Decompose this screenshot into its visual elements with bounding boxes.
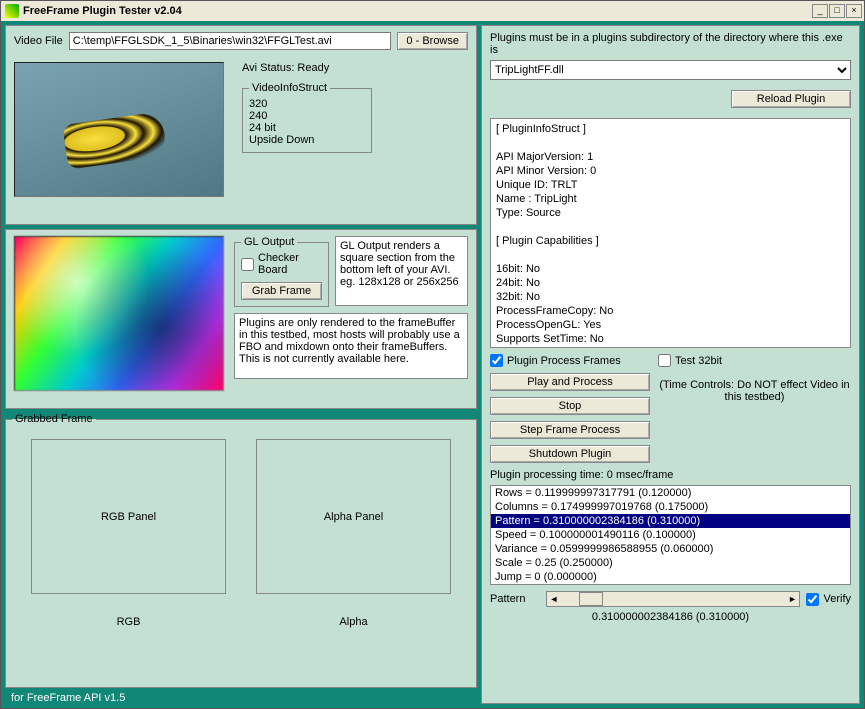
verify-checkbox[interactable]: Verify <box>806 593 851 606</box>
gl-note: Plugins are only rendered to the frameBu… <box>234 313 468 379</box>
app-window: FreeFrame Plugin Tester v2.04 _ □ × Vide… <box>0 0 865 709</box>
gl-output-legend: GL Output <box>241 236 297 248</box>
checker-board-label: Checker Board <box>258 252 322 276</box>
plugin-select[interactable]: TripLightFF.dll <box>490 60 851 80</box>
gl-hint: GL Output renders a square section from … <box>335 236 468 306</box>
video-file-label: Video File <box>14 35 63 47</box>
param-item[interactable]: Jump = 0 (0.000000) <box>491 570 850 584</box>
grab-frame-button[interactable]: Grab Frame <box>241 282 322 300</box>
gl-output-thumbnail <box>14 236 224 391</box>
play-process-button[interactable]: Play and Process <box>490 373 650 391</box>
param-item[interactable]: Pattern = 0.310000002384186 (0.310000) <box>491 514 850 528</box>
alpha-caption: Alpha <box>256 616 451 628</box>
slider-right-arrow[interactable]: ► <box>785 592 799 606</box>
alpha-panel: Alpha Panel <box>256 439 451 594</box>
plugin-info-text[interactable]: [ PluginInfoStruct ] API MajorVersion: 1… <box>490 118 851 348</box>
param-item[interactable]: Columns = 0.174999997019768 (0.175000) <box>491 500 850 514</box>
avi-status: Avi Status: Ready <box>242 62 468 74</box>
browse-button[interactable]: 0 - Browse <box>397 32 468 50</box>
param-name-label: Pattern <box>490 593 540 605</box>
rgb-panel: RGB Panel <box>31 439 226 594</box>
test-32bit-checkbox[interactable]: Test 32bit <box>658 354 851 367</box>
plugin-params-list[interactable]: Rows = 0.119999997317791 (0.120000)Colum… <box>490 485 851 585</box>
vinfo-depth: 24 bit <box>249 122 365 134</box>
close-button[interactable]: × <box>846 4 862 18</box>
grabbed-frame-legend: Grabbed Frame <box>12 413 96 425</box>
rgb-caption: RGB <box>31 616 226 628</box>
window-title: FreeFrame Plugin Tester v2.04 <box>23 5 182 17</box>
app-icon <box>5 4 19 18</box>
param-item[interactable]: Rows = 0.119999997317791 (0.120000) <box>491 486 850 500</box>
shutdown-plugin-button[interactable]: Shutdown Plugin <box>490 445 650 463</box>
footer-api-version: for FreeFrame API v1.5 <box>5 692 477 704</box>
step-frame-button[interactable]: Step Frame Process <box>490 421 650 439</box>
plugin-dir-notice: Plugins must be in a plugins subdirector… <box>490 32 851 56</box>
process-frames-checkbox[interactable]: Plugin Process Frames <box>490 354 650 367</box>
param-item[interactable]: Variance = 0.0599999986588955 (0.060000) <box>491 542 850 556</box>
vinfo-orient: Upside Down <box>249 134 365 146</box>
param-item[interactable]: Scale = 0.25 (0.250000) <box>491 556 850 570</box>
gl-output-panel: GL Output Checker Board Grab Frame GL Ou… <box>5 229 477 409</box>
time-controls-note: (Time Controls: Do NOT effect Video in t… <box>658 379 851 403</box>
checker-board-checkbox[interactable]: Checker Board <box>241 252 322 276</box>
param-value-readout: 0.310000002384186 (0.310000) <box>490 611 851 623</box>
reload-plugin-button[interactable]: Reload Plugin <box>731 90 851 108</box>
video-info-struct-group: VideoInfoStruct 320 240 24 bit Upside Do… <box>242 82 372 153</box>
titlebar[interactable]: FreeFrame Plugin Tester v2.04 _ □ × <box>1 1 864 21</box>
video-file-panel: Video File 0 - Browse Avi Status: Ready … <box>5 25 477 225</box>
gl-output-group: GL Output Checker Board Grab Frame <box>234 236 329 307</box>
video-info-struct-legend: VideoInfoStruct <box>249 82 330 94</box>
video-preview-thumbnail <box>14 62 224 197</box>
plugin-panel: Plugins must be in a plugins subdirector… <box>481 25 860 704</box>
param-item[interactable]: Speed = 0.100000001490116 (0.100000) <box>491 528 850 542</box>
slider-thumb[interactable] <box>579 592 603 606</box>
minimize-button[interactable]: _ <box>812 4 828 18</box>
vinfo-width: 320 <box>249 98 365 110</box>
stop-button[interactable]: Stop <box>490 397 650 415</box>
maximize-button[interactable]: □ <box>829 4 845 18</box>
vinfo-height: 240 <box>249 110 365 122</box>
slider-left-arrow[interactable]: ◄ <box>547 592 561 606</box>
video-path-input[interactable] <box>69 32 392 50</box>
grabbed-frame-group: Grabbed Frame RGB Panel RGB Alpha Panel … <box>5 413 477 688</box>
plugin-timing: Plugin processing time: 0 msec/frame <box>490 469 851 481</box>
param-slider[interactable]: ◄ ► <box>546 591 800 607</box>
